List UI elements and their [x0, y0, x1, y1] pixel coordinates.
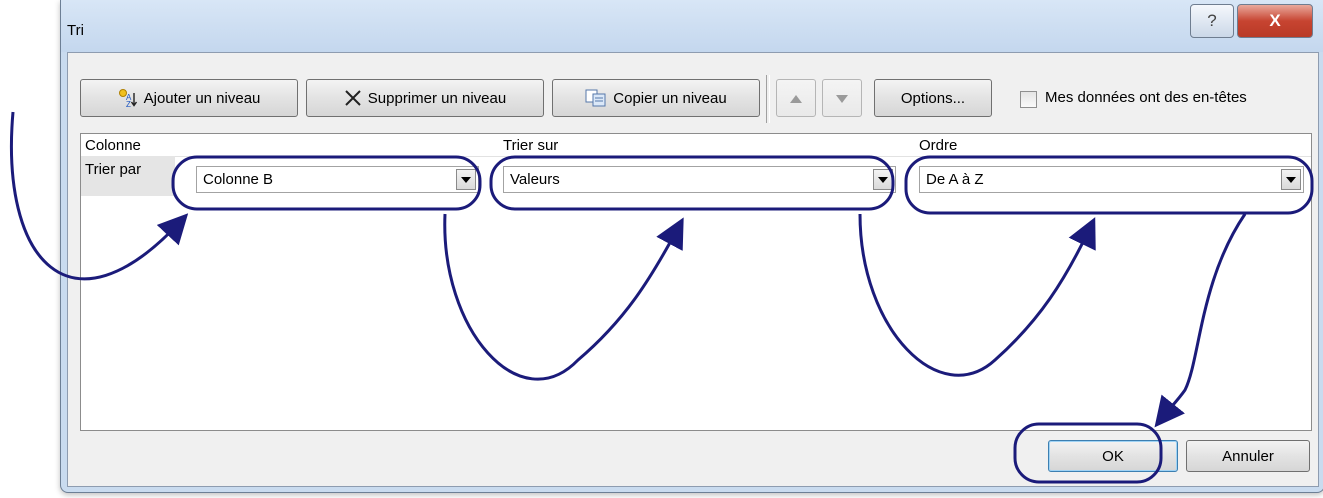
header-trier-sur: Trier sur [503, 137, 559, 154]
options-button[interactable]: Options... [874, 79, 992, 117]
svg-text:Z: Z [126, 100, 131, 108]
sort-levels-grid: Colonne Trier sur Ordre Trier par Colonn… [80, 133, 1312, 431]
grid-header: Colonne Trier sur Ordre [81, 134, 1311, 157]
help-icon: ? [1207, 11, 1217, 30]
dialog-content: A Z Ajouter un niveau Supprimer un nivea… [67, 52, 1319, 487]
move-up-button[interactable] [776, 79, 816, 117]
arrow-up-icon [790, 90, 802, 107]
cancel-label: Annuler [1222, 447, 1274, 465]
copy-level-label: Copier un niveau [613, 89, 727, 107]
delete-level-label: Supprimer un niveau [367, 89, 507, 107]
order-select-value: De A à Z [926, 171, 984, 188]
add-level-button[interactable]: A Z Ajouter un niveau [80, 79, 298, 117]
arrow-down-icon [836, 90, 848, 107]
add-level-label: Ajouter un niveau [143, 89, 261, 107]
help-button[interactable]: ? [1190, 4, 1234, 38]
order-select[interactable]: De A à Z [919, 166, 1304, 193]
copy-level-button[interactable]: Copier un niveau [552, 79, 760, 117]
dropdown-arrow-icon[interactable] [456, 169, 476, 190]
sort-on-select-value: Valeurs [510, 171, 560, 188]
column-select[interactable]: Colonne B [196, 166, 479, 193]
close-button[interactable]: X [1237, 4, 1313, 38]
dropdown-arrow-icon[interactable] [1281, 169, 1301, 190]
move-down-button[interactable] [822, 79, 862, 117]
column-select-value: Colonne B [203, 171, 274, 188]
header-colonne: Colonne [85, 137, 141, 154]
headers-checkbox-label[interactable]: Mes données ont des en-têtes [1045, 89, 1247, 106]
options-label: Options... [900, 89, 966, 107]
ok-label: OK [1102, 447, 1124, 465]
sort-on-select[interactable]: Valeurs [503, 166, 896, 193]
row-label: Trier par [85, 161, 142, 178]
copy-icon [585, 89, 607, 107]
header-ordre: Ordre [919, 137, 958, 154]
headers-checkbox[interactable] [1020, 91, 1037, 108]
add-level-icon: A Z [118, 88, 138, 108]
window-title: Tri [67, 22, 84, 39]
title-bar[interactable]: Tri ? X [61, 0, 1323, 52]
ok-button[interactable]: OK [1048, 440, 1178, 472]
delete-level-button[interactable]: Supprimer un niveau [306, 79, 544, 117]
dropdown-arrow-icon[interactable] [873, 169, 893, 190]
close-icon: X [1269, 11, 1281, 30]
sort-dialog: Tri ? X A Z Ajouter un niveau Supprimer … [60, 0, 1323, 493]
delete-icon [344, 89, 362, 107]
cancel-button[interactable]: Annuler [1186, 440, 1310, 472]
toolbar-separator [766, 75, 770, 123]
